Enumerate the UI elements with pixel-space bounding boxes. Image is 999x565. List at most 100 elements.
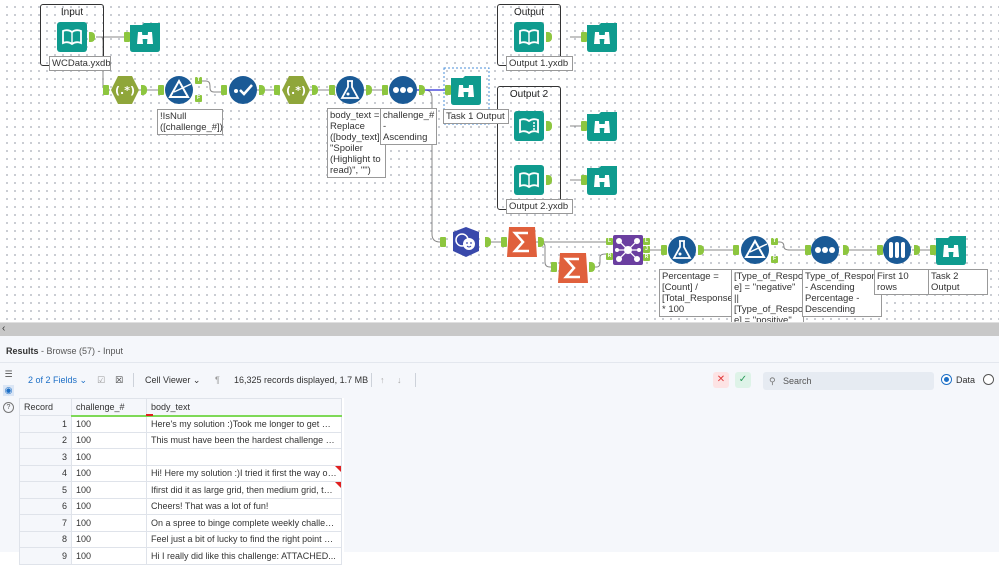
output-anchor[interactable]: [259, 85, 265, 95]
output-anchor[interactable]: [485, 237, 491, 247]
data-cleansing-tool[interactable]: [228, 75, 258, 105]
results-grid[interactable]: Record challenge_# body_text 1 100 Here's …: [19, 398, 344, 565]
input-data-tool[interactable]: [57, 22, 87, 52]
false-anchor[interactable]: F: [771, 256, 778, 263]
browse-tool[interactable]: [130, 22, 160, 52]
false-anchor[interactable]: F: [195, 95, 202, 102]
cell-challenge[interactable]: 100: [71, 464, 147, 482]
cell-body-text[interactable]: Here's my solution :)Took me longer to g…: [146, 415, 342, 433]
text-input-tool[interactable]: [514, 111, 544, 141]
scroll-left-icon[interactable]: ‹: [2, 323, 5, 335]
join-join-output-anchor[interactable]: J: [643, 246, 650, 253]
cell-record[interactable]: 7: [19, 514, 72, 532]
cell-body-text[interactable]: Hi I really did like this challenge: ATT…: [146, 547, 342, 565]
fields-dropdown[interactable]: 2 of 2 Fields ⌄: [28, 375, 87, 386]
browse-tool-output-2b[interactable]: [587, 165, 617, 195]
column-header-body-text[interactable]: body_text: [146, 398, 342, 417]
workflow-canvas[interactable]: Input Output Output 2 WCData.yxdb (.*) T…: [0, 0, 999, 322]
regex-tool[interactable]: (.*): [110, 75, 140, 105]
output-data-tool[interactable]: [514, 22, 544, 52]
join-right-input-anchor[interactable]: R: [606, 253, 613, 260]
join-tool[interactable]: [613, 235, 643, 265]
browse-tool-task-1[interactable]: [451, 75, 481, 105]
table-row[interactable]: 1 100 Here's my solution :)Took me longer …: [19, 415, 342, 433]
horizontal-scrollbar[interactable]: ‹: [0, 322, 999, 336]
help-icon[interactable]: ?: [3, 402, 14, 413]
output-anchor[interactable]: [141, 85, 147, 95]
join-left-output-anchor[interactable]: L: [643, 238, 650, 245]
cell-challenge[interactable]: 100: [71, 530, 147, 548]
cell-record[interactable]: 4: [19, 464, 72, 482]
cell-body-text[interactable]: On a spree to binge complete weekly chal…: [146, 514, 342, 532]
output-anchor[interactable]: [312, 85, 318, 95]
output-anchor[interactable]: [419, 85, 425, 95]
cell-body-text[interactable]: This must have been the hardest challeng…: [146, 431, 342, 449]
join-left-input-anchor[interactable]: L: [606, 238, 613, 245]
browse-tool-task-2[interactable]: [936, 235, 966, 265]
join-right-output-anchor[interactable]: R: [643, 254, 650, 261]
output-anchor[interactable]: [366, 85, 372, 95]
sample-tool[interactable]: [882, 235, 912, 265]
output-anchor[interactable]: [89, 32, 95, 42]
summarize-tool[interactable]: [507, 227, 537, 257]
input-anchor[interactable]: [551, 262, 557, 272]
accept-button[interactable]: ✓: [735, 372, 751, 388]
cell-record[interactable]: 9: [19, 547, 72, 565]
arrow-down-icon[interactable]: ↓: [397, 375, 402, 385]
input-anchor[interactable]: [440, 237, 446, 247]
input-anchor[interactable]: [733, 245, 739, 255]
column-header-record[interactable]: Record: [19, 398, 72, 416]
cell-body-text[interactable]: Cheers! That was a lot of fun!: [146, 497, 342, 515]
output-anchor[interactable]: [843, 245, 849, 255]
sort-tool[interactable]: [388, 75, 418, 105]
input-anchor[interactable]: [274, 85, 280, 95]
cell-body-text[interactable]: Feel just a bit of lucky to find the rig…: [146, 530, 342, 548]
input-anchor[interactable]: [221, 85, 227, 95]
input-data-tool-2[interactable]: [514, 165, 544, 195]
cell-challenge[interactable]: 100: [71, 547, 147, 565]
output-anchor[interactable]: [914, 245, 920, 255]
sort-tool-2[interactable]: [810, 235, 840, 265]
output-anchor[interactable]: [546, 121, 552, 131]
output-anchor[interactable]: [538, 237, 544, 247]
formula-tool-2[interactable]: [667, 235, 697, 265]
filter-tool-2[interactable]: [740, 235, 770, 265]
cell-challenge[interactable]: 100: [71, 497, 147, 515]
cell-record[interactable]: 1: [19, 415, 72, 433]
true-anchor[interactable]: T: [195, 77, 202, 84]
arrow-up-icon[interactable]: ↑: [380, 375, 385, 385]
table-row[interactable]: 4 100 Hi! Here my solution :)I tried it fi…: [19, 464, 342, 482]
check-all-icon[interactable]: ☑: [97, 375, 105, 386]
cell-record[interactable]: 6: [19, 497, 72, 515]
cell-body-text[interactable]: Hi! Here my solution :)I tried it first …: [146, 464, 342, 482]
summarize-tool-2[interactable]: [558, 253, 588, 283]
browse-tool-output-1[interactable]: [587, 22, 617, 52]
cell-challenge[interactable]: 100: [71, 431, 147, 449]
browse-tool-output-2a[interactable]: [587, 111, 617, 141]
table-row[interactable]: 2 100 This must have been the hardest chal…: [19, 431, 342, 449]
cell-record[interactable]: 2: [19, 431, 72, 449]
table-row[interactable]: 9 100 Hi I really did like this challenge:…: [19, 547, 342, 565]
table-row[interactable]: 5 100 Ifirst did it as large grid, then me…: [19, 481, 342, 499]
cell-record[interactable]: 8: [19, 530, 72, 548]
uncheck-all-icon[interactable]: ☒: [115, 375, 123, 386]
cell-challenge[interactable]: 100: [71, 514, 147, 532]
table-row[interactable]: 3 100: [19, 448, 342, 466]
metadata-radio[interactable]: [983, 374, 994, 385]
list-icon[interactable]: ☰: [3, 369, 14, 380]
filter-tool[interactable]: [164, 75, 194, 105]
table-row[interactable]: 8 100 Feel just a bit of lucky to find the…: [19, 530, 342, 548]
pilcrow-icon[interactable]: ¶: [215, 375, 220, 385]
output-anchor[interactable]: [589, 262, 595, 272]
output-anchor[interactable]: [698, 245, 704, 255]
formula-tool[interactable]: [335, 75, 365, 105]
sentiment-analysis-tool[interactable]: [451, 227, 481, 257]
cell-challenge[interactable]: 100: [71, 481, 147, 499]
table-row[interactable]: 7 100 On a spree to binge complete weekly …: [19, 514, 342, 532]
cell-challenge[interactable]: 100: [71, 415, 147, 433]
cell-body-text[interactable]: Ifirst did it as large grid, then medium…: [146, 481, 342, 499]
input-anchor[interactable]: [103, 85, 109, 95]
data-radio[interactable]: [941, 374, 952, 385]
cell-viewer-dropdown[interactable]: Cell Viewer ⌄: [145, 375, 200, 386]
true-anchor[interactable]: T: [771, 238, 778, 245]
